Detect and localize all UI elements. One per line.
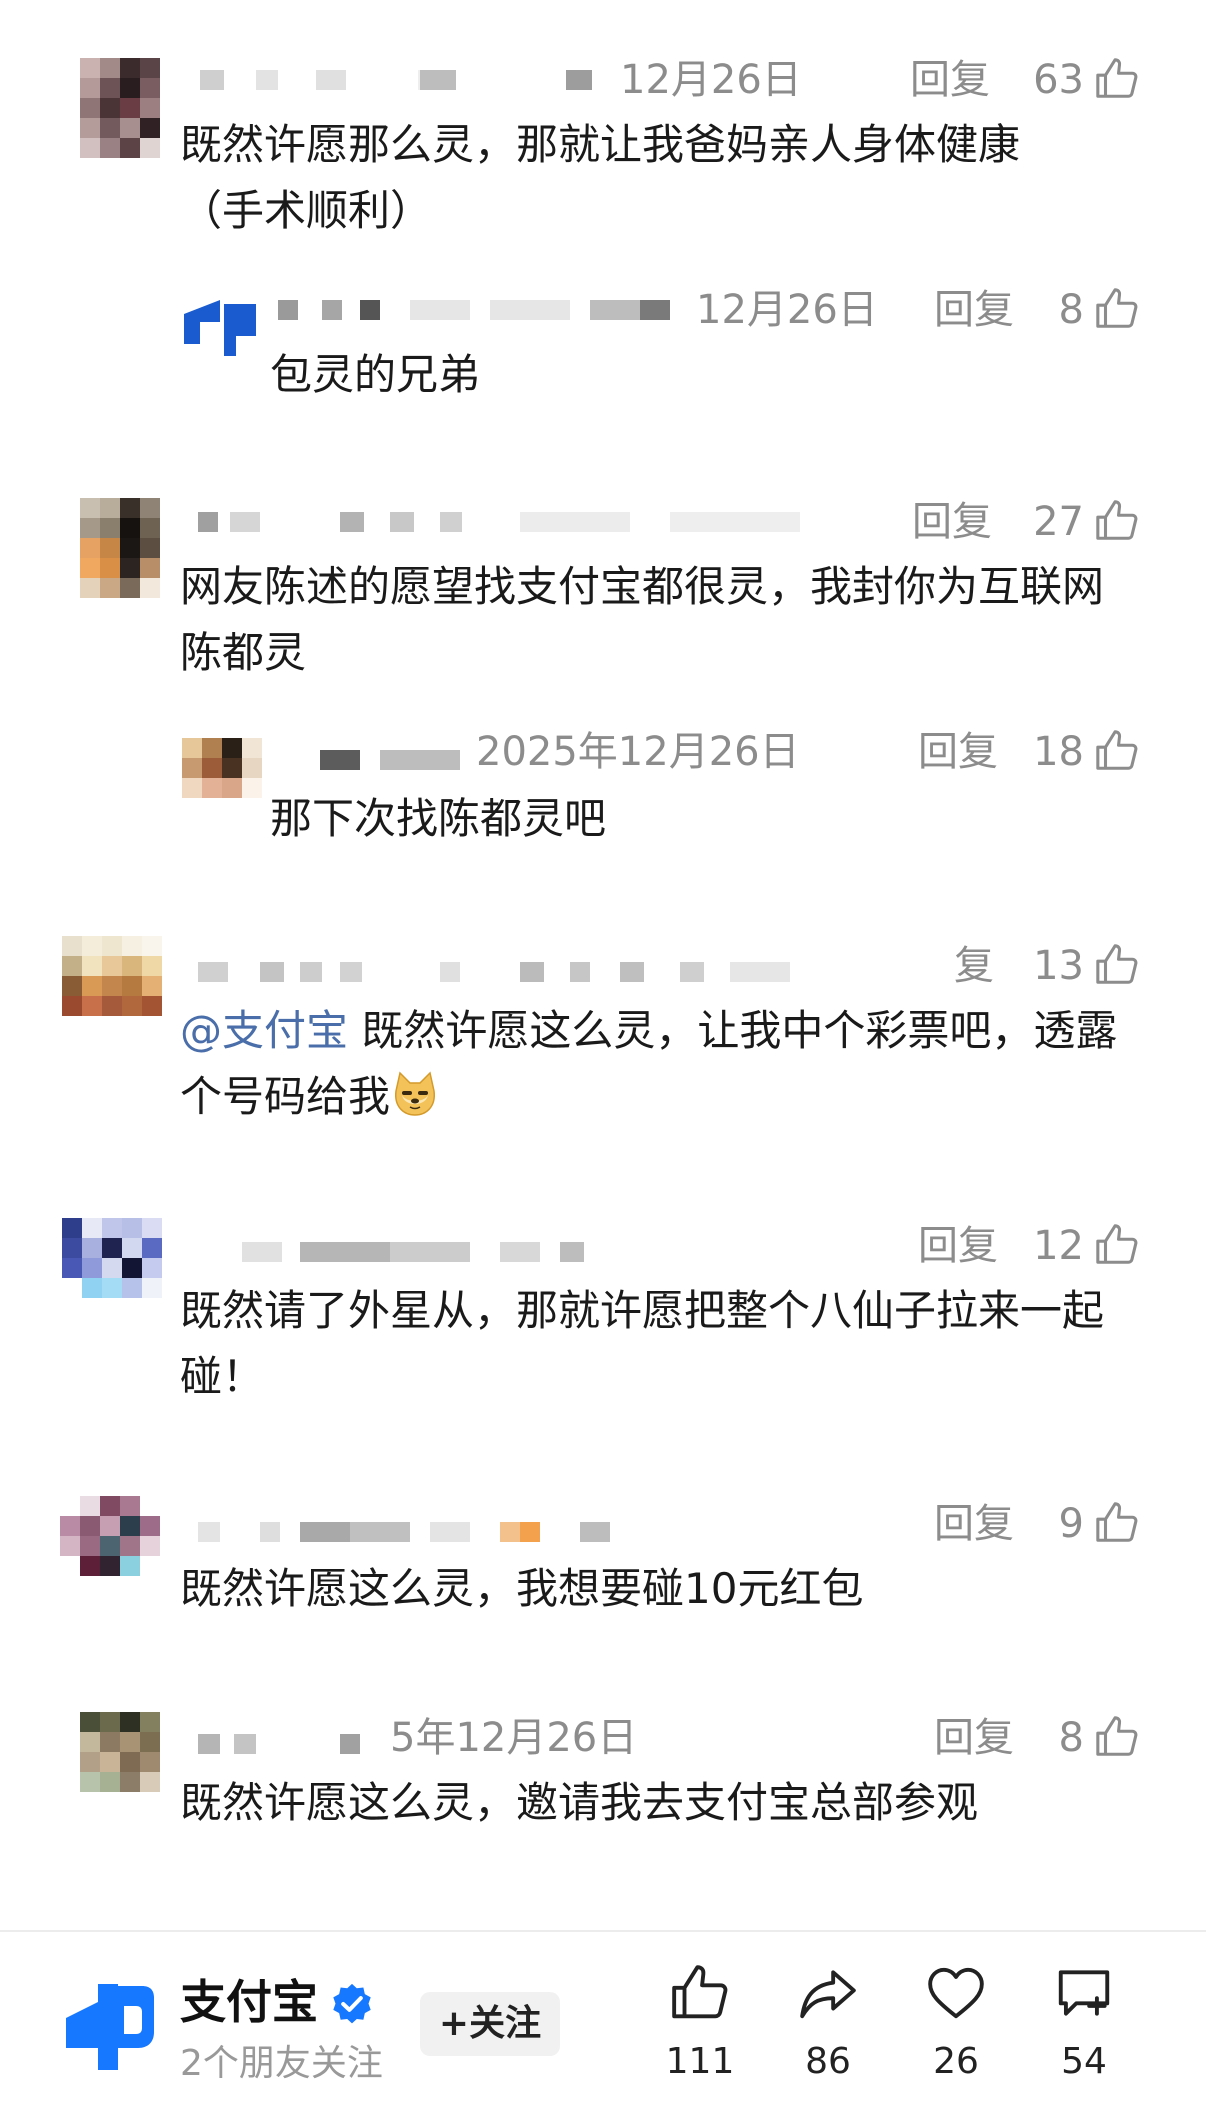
thumbs-up-icon[interactable] <box>1094 728 1140 774</box>
thumbs-up-icon[interactable] <box>1094 286 1140 332</box>
like-count: 9 <box>1058 1501 1084 1547</box>
brand-name[interactable]: 支付宝 <box>180 1974 318 2030</box>
user-avatar[interactable] <box>80 58 160 158</box>
share-arrow-icon <box>800 1970 856 2019</box>
reply-button[interactable]: 回复 <box>934 1500 1014 1548</box>
like-count: 63 <box>1033 57 1084 103</box>
comment-date: 2025年12月26日 <box>476 729 800 775</box>
comment-text: @支付宝 既然许愿这么灵，让我中个彩票吧，透露个号码给我 <box>180 998 1140 1130</box>
reply-button[interactable]: 复 <box>954 942 994 990</box>
favorite-total: 26 <box>933 2041 979 2082</box>
followers-note: 2个朋友关注 <box>180 2043 383 2084</box>
like-action[interactable]: 111 <box>650 1962 750 2084</box>
reply-button[interactable]: 回复 <box>910 56 990 104</box>
mention-link[interactable]: @支付宝 <box>180 1006 348 1055</box>
like-total: 111 <box>665 2041 735 2082</box>
comment-text: 既然许愿这么灵，我想要碰10元红包 <box>180 1564 864 1613</box>
comment-date: 5年12月26日 <box>390 1715 638 1761</box>
user-avatar[interactable] <box>80 498 160 598</box>
like-count: 8 <box>1058 287 1084 333</box>
favorite-action[interactable]: 26 <box>906 1962 1006 2084</box>
comment-text: 那下次找陈都灵吧 <box>270 794 607 843</box>
verified-badge-icon <box>333 1983 371 2024</box>
like-count: 18 <box>1033 729 1084 775</box>
username-mosaic[interactable] <box>190 1514 640 1544</box>
username-mosaic[interactable] <box>190 954 830 984</box>
comment-action[interactable]: 54 <box>1034 1962 1134 2084</box>
like-count: 13 <box>1033 943 1084 989</box>
reply-button[interactable]: 回复 <box>912 498 992 546</box>
username-mosaic[interactable] <box>190 504 820 534</box>
comment-text: 网友陈述的愿望找支付宝都很灵，我封你为互联网陈都灵 <box>180 562 1105 677</box>
thumbs-up-icon[interactable] <box>1094 1222 1140 1268</box>
user-avatar[interactable] <box>62 936 162 1036</box>
share-action[interactable]: 86 <box>778 1962 878 2084</box>
user-avatar[interactable] <box>180 300 260 360</box>
user-avatar[interactable] <box>60 1496 160 1596</box>
comment-text: 既然请了外星从，那就许愿把整个八仙子拉来一起碰！ <box>180 1286 1105 1401</box>
comment-text: 既然许愿那么灵，那就让我爸妈亲人身体健康（手术顺利） <box>180 120 1021 235</box>
reply-button[interactable]: 回复 <box>918 1222 998 1270</box>
user-avatar[interactable] <box>62 1218 162 1318</box>
user-avatar[interactable] <box>80 1712 160 1812</box>
comment-plus-icon <box>1058 1970 1110 2016</box>
user-avatar[interactable] <box>182 738 262 798</box>
doge-emoji-icon <box>395 1071 435 1116</box>
thumbs-up-icon <box>672 1965 728 2019</box>
comment-text: 包灵的兄弟 <box>270 350 481 399</box>
bottom-action-bar: 支付宝 2个朋友关注 +关注 111 86 26 54 <box>0 1930 1206 2125</box>
share-total: 86 <box>805 2041 851 2082</box>
comment-text: 既然许愿这么灵，邀请我去支付宝总部参观 <box>180 1778 979 1827</box>
thumbs-up-icon[interactable] <box>1094 1500 1140 1546</box>
alipay-logo-icon[interactable] <box>58 1972 158 2072</box>
comment-total: 54 <box>1061 2041 1107 2082</box>
follow-button[interactable]: +关注 <box>420 1992 560 2056</box>
username-mosaic[interactable] <box>300 742 480 772</box>
thumbs-up-icon[interactable] <box>1094 942 1140 988</box>
like-count: 27 <box>1033 499 1084 545</box>
username-mosaic[interactable] <box>190 1726 390 1756</box>
comment-date: 12月26日 <box>696 287 878 333</box>
thumbs-up-icon[interactable] <box>1094 1714 1140 1760</box>
like-count: 12 <box>1033 1223 1084 1269</box>
reply-button[interactable]: 回复 <box>918 728 998 776</box>
username-mosaic[interactable] <box>190 62 620 92</box>
heart-icon <box>928 1967 984 2019</box>
thumbs-up-icon[interactable] <box>1094 498 1140 544</box>
comment-date: 12月26日 <box>620 57 802 103</box>
like-count: 8 <box>1058 1715 1084 1761</box>
username-mosaic[interactable] <box>270 292 690 322</box>
reply-button[interactable]: 回复 <box>934 286 1014 334</box>
reply-button[interactable]: 回复 <box>934 1714 1014 1762</box>
thumbs-up-icon[interactable] <box>1094 56 1140 102</box>
username-mosaic[interactable] <box>190 1234 630 1264</box>
